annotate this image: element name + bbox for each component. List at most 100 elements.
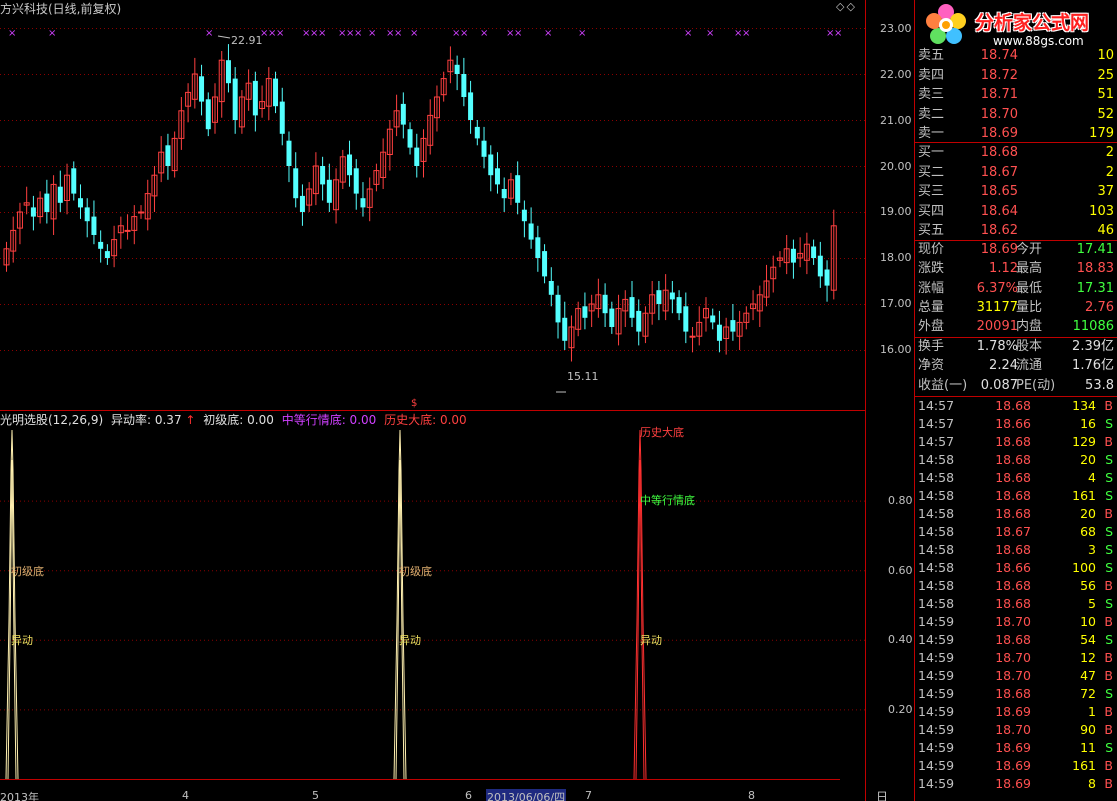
tick-row[interactable]: 14:59 18.70 10 B [915, 613, 1117, 631]
candle-body [481, 140, 487, 157]
ask-label: 卖四 [918, 67, 945, 83]
indicator-name[interactable]: 光明选股(12,26,9) [0, 413, 103, 427]
tick-price: 18.68 [995, 434, 1031, 449]
tick-row[interactable]: 14:57 18.66 16 S [915, 415, 1117, 433]
tick-row[interactable]: 14:59 18.70 12 B [915, 649, 1117, 667]
ask-volume: 51 [1097, 87, 1114, 102]
stat-value: 20091 [976, 319, 1018, 335]
x-marker: × [480, 28, 488, 39]
tick-volume: 11 [1080, 740, 1096, 755]
tick-row[interactable]: 14:58 18.66 100 S [915, 559, 1117, 577]
candle-body [124, 229, 131, 232]
tick-row[interactable]: 14:57 18.68 134 B [915, 397, 1117, 415]
date-5: 5 [312, 789, 319, 801]
price-axis-18: 18.00 [880, 251, 912, 264]
x-marker: × [742, 28, 750, 39]
tick-row[interactable]: 14:58 18.68 20 B [915, 505, 1117, 523]
candle-body [555, 294, 561, 323]
stat-label: 外盘 [918, 319, 945, 335]
candle-body [790, 248, 796, 263]
candle-body [205, 99, 211, 130]
tick-row[interactable]: 14:59 18.69 8 B [915, 775, 1117, 793]
tick-side: S [1105, 596, 1113, 611]
candle-body [710, 315, 716, 323]
tick-side: S [1105, 416, 1113, 431]
bid-label: 买三 [918, 184, 945, 199]
tick-row[interactable]: 14:59 18.70 90 B [915, 721, 1117, 739]
tick-row[interactable]: 14:58 18.68 4 S [915, 469, 1117, 487]
tick-price: 18.68 [995, 488, 1031, 503]
tick-row[interactable]: 14:58 18.68 20 S [915, 451, 1117, 469]
tick-time: 14:59 [918, 632, 955, 647]
ask-price: 18.72 [980, 67, 1018, 83]
tick-price: 18.70 [995, 722, 1031, 737]
ask-price: 18.69 [980, 126, 1018, 141]
stat-label: 涨跌 [918, 261, 945, 277]
tick-side: B [1104, 722, 1113, 737]
tick-volume: 20 [1080, 506, 1096, 521]
x-marker: × [834, 28, 842, 39]
event-marker[interactable]: $ [411, 398, 417, 409]
tick-price: 18.70 [995, 614, 1031, 629]
tick-row[interactable]: 14:57 18.68 129 B [915, 433, 1117, 451]
period-label[interactable]: 日线 [876, 788, 888, 801]
kline-canvas[interactable]: × × × × × × × × × × × × × × × × × × × × × × × × × × × × × [0, 0, 866, 801]
x-marker: × [205, 28, 213, 39]
candle-body [91, 216, 97, 235]
x-marker: × [8, 28, 16, 39]
tick-row[interactable]: 14:58 18.68 56 B [915, 577, 1117, 595]
bid-price: 18.65 [980, 184, 1018, 199]
tick-row[interactable]: 14:59 18.69 1 B [915, 703, 1117, 721]
bid-price: 18.62 [980, 223, 1018, 238]
candle-body [542, 251, 548, 277]
tick-time: 14:58 [918, 488, 955, 503]
tick-row[interactable]: 14:58 18.68 161 S [915, 487, 1117, 505]
tick-row[interactable]: 14:59 18.68 54 S [915, 631, 1117, 649]
bid-row: 买四 18.64 103 [915, 202, 1117, 221]
ask-volume: 179 [1089, 126, 1114, 141]
tick-row[interactable]: 14:58 18.68 3 S [915, 541, 1117, 559]
tick-volume: 10 [1080, 614, 1096, 629]
tick-row[interactable]: 14:58 18.67 68 S [915, 523, 1117, 541]
stat-value: 1.78% [976, 339, 1018, 354]
tick-side: S [1105, 452, 1113, 467]
price-axis-16: 16.00 [880, 343, 912, 356]
tick-row[interactable]: 14:59 18.68 72 S [915, 685, 1117, 703]
candle-body [824, 269, 830, 286]
ask-label: 卖一 [918, 126, 945, 141]
tick-price: 18.66 [995, 560, 1031, 575]
flower-logo-icon [926, 4, 966, 44]
candle-body [676, 297, 682, 314]
tick-side: S [1105, 560, 1113, 575]
tick-row[interactable]: 14:59 18.69 11 S [915, 739, 1117, 757]
price-axis-23: 23.00 [880, 22, 912, 35]
tick-side: B [1104, 506, 1113, 521]
tick-time: 14:58 [918, 506, 955, 521]
quote-panel: 分析家公式网 www.88gs.com 卖五 18.74 10 卖四 18.72 25 卖三… [914, 0, 1117, 801]
tick-time: 14:59 [918, 614, 955, 629]
stat-value: 31177 [976, 299, 1018, 315]
indicator-lishi: 历史大底: 0.00 [384, 413, 467, 427]
stat-value: 18.69 [980, 242, 1018, 257]
tick-side: B [1104, 704, 1113, 719]
annot-yidong-1: 异动 [11, 634, 33, 647]
x-marker: × [276, 28, 284, 39]
candle-body [528, 223, 534, 240]
tick-row[interactable]: 14:58 18.68 5 S [915, 595, 1117, 613]
tick-side: S [1105, 686, 1113, 701]
bid-price: 18.68 [980, 145, 1018, 160]
window-controls[interactable]: ◇◇ [836, 0, 857, 13]
tick-time: 14:57 [918, 434, 955, 449]
tick-row[interactable]: 14:59 18.69 161 B [915, 757, 1117, 775]
low-marker: 15.11 [567, 370, 599, 383]
stat-value: 2.76 [1085, 299, 1114, 315]
logo-text: 分析家公式网 [975, 12, 1090, 34]
tick-price: 18.70 [995, 668, 1031, 683]
candle-body [501, 189, 507, 199]
candle-body [326, 179, 332, 203]
tick-price: 18.68 [995, 578, 1031, 593]
chart-area[interactable]: × × × × × × × × × × × × × × × × × × × × × × × × × × × × × 方兴科技(日线,前复… [0, 0, 913, 801]
tick-time: 14:58 [918, 452, 955, 467]
tick-row[interactable]: 14:59 18.70 47 B [915, 667, 1117, 685]
candle-body [454, 64, 460, 74]
